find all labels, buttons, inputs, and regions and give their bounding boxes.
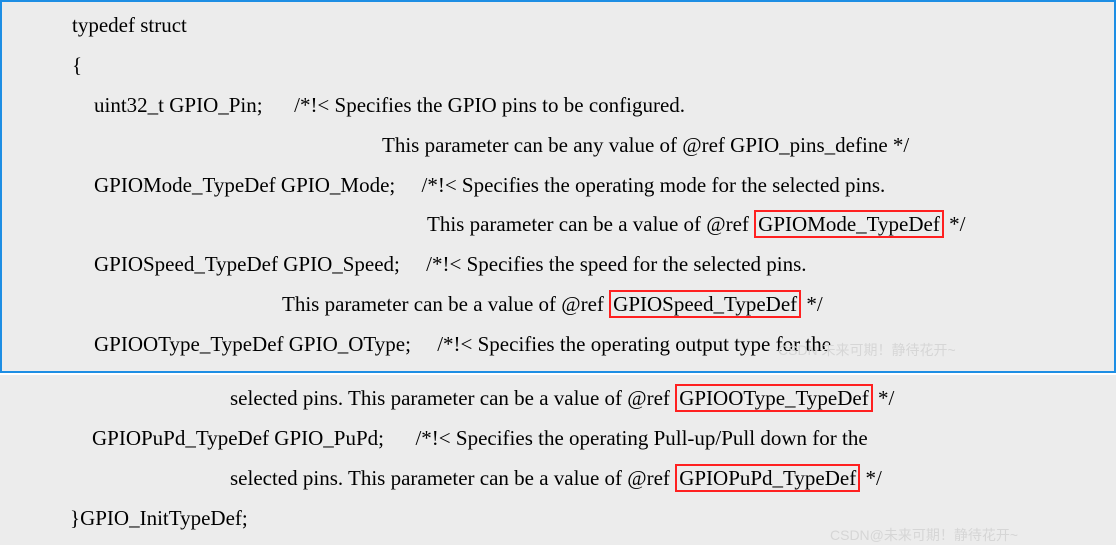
code-line: GPIOOType_TypeDef GPIO_OType; /*!< Speci… — [2, 325, 1114, 365]
code-box-lower: selected pins. This parameter can be a v… — [0, 375, 1116, 545]
type-reference-gpiospeed: GPIOSpeed_TypeDef — [609, 290, 801, 318]
comment-close: */ — [801, 292, 823, 316]
code-line: GPIOMode_TypeDef GPIO_Mode; /*!< Specifi… — [2, 166, 1114, 206]
code-comment: selected pins. This parameter can be a v… — [0, 379, 1116, 419]
highlighted-code-box: typedef struct { uint32_t GPIO_Pin; /*!<… — [0, 0, 1116, 373]
type-reference-gpiootype: GPIOOType_TypeDef — [675, 384, 873, 412]
code-line: typedef struct — [2, 6, 1114, 46]
code-line: }GPIO_InitTypeDef; — [0, 499, 1116, 539]
comment-text: selected pins. This parameter can be a v… — [230, 386, 675, 410]
code-comment: This parameter can be any value of @ref … — [2, 126, 1114, 166]
comment-text: selected pins. This parameter can be a v… — [230, 466, 675, 490]
code-line: GPIOSpeed_TypeDef GPIO_Speed; /*!< Speci… — [2, 245, 1114, 285]
comment-text: This parameter can be a value of @ref — [427, 212, 754, 236]
type-reference-gpiopupd: GPIOPuPd_TypeDef — [675, 464, 860, 492]
type-reference-gpiomode: GPIOMode_TypeDef — [754, 210, 944, 238]
code-line: { — [2, 46, 1114, 86]
code-line: uint32_t GPIO_Pin; /*!< Specifies the GP… — [2, 86, 1114, 126]
comment-text: This parameter can be a value of @ref — [282, 292, 609, 316]
code-line: GPIOPuPd_TypeDef GPIO_PuPd; /*!< Specifi… — [0, 419, 1116, 459]
code-comment: selected pins. This parameter can be a v… — [0, 459, 1116, 499]
comment-close: */ — [944, 212, 966, 236]
comment-close: */ — [873, 386, 895, 410]
document-root: typedef struct { uint32_t GPIO_Pin; /*!<… — [0, 0, 1116, 545]
code-comment: This parameter can be a value of @ref GP… — [2, 205, 1114, 245]
code-comment: This parameter can be a value of @ref GP… — [2, 285, 1114, 325]
comment-close: */ — [860, 466, 882, 490]
